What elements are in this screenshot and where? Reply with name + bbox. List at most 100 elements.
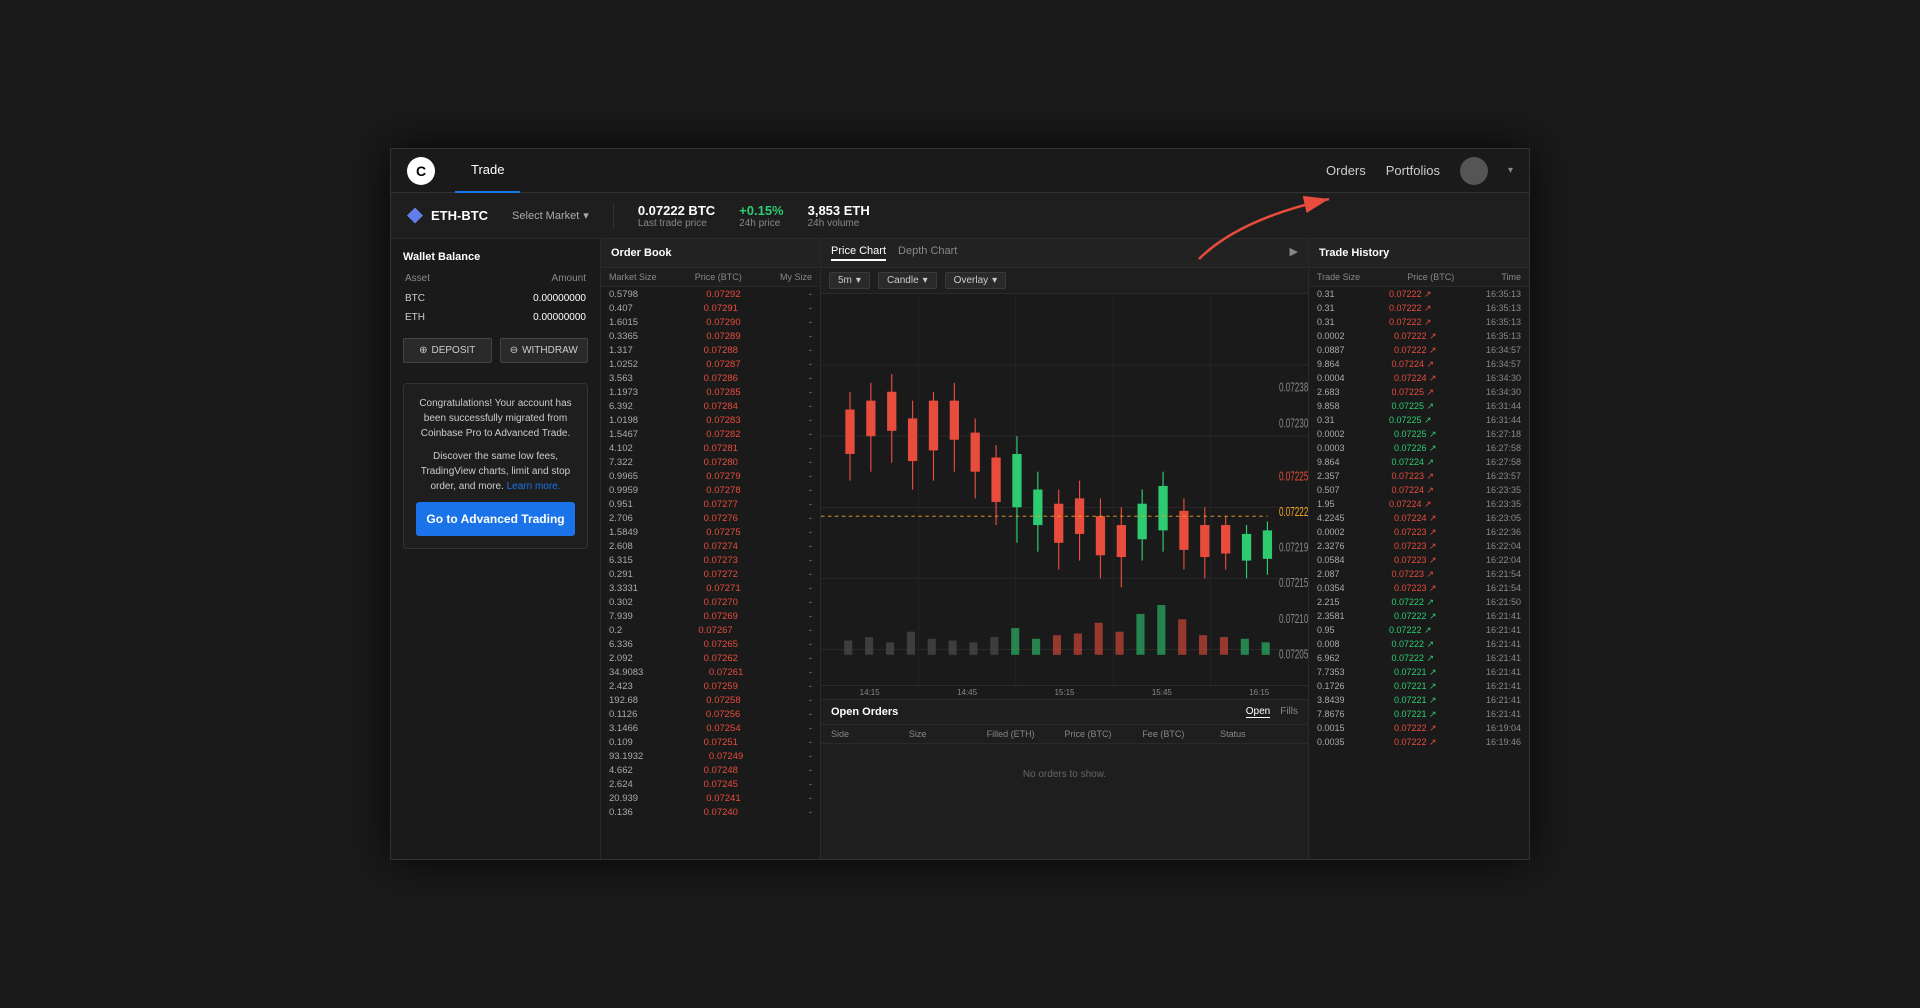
tab-portfolios[interactable]: Portfolios	[1386, 163, 1440, 178]
ob-sell-row[interactable]: 6.3920.07284-	[601, 399, 820, 413]
ob-price: 0.07275	[706, 527, 740, 538]
ob-price: 0.07251	[704, 737, 738, 748]
th-time: 16:35:13	[1486, 317, 1521, 328]
ob-sell-row[interactable]: 7.3220.07280-	[601, 455, 820, 469]
ob-sell-row[interactable]: 1.3170.07288-	[601, 343, 820, 357]
trade-history-row: 1.950.07224 ↗16:23:35	[1309, 497, 1529, 511]
ob-sell-row[interactable]: 0.20.07267-	[601, 623, 820, 637]
tab-orders[interactable]: Orders	[1326, 163, 1366, 178]
th-time: 16:21:41	[1486, 625, 1521, 636]
ob-price: 0.07287	[706, 359, 740, 370]
tab-depth-chart[interactable]: Depth Chart	[898, 245, 957, 261]
ob-my-size: -	[809, 457, 812, 468]
svg-text:0.07230: 0.07230	[1279, 417, 1308, 431]
ob-sell-row[interactable]: 6.3360.07265-	[601, 637, 820, 651]
ob-sell-row[interactable]: 7.9390.07269-	[601, 609, 820, 623]
th-time: 16:34:30	[1486, 373, 1521, 384]
ob-size: 4.102	[609, 443, 633, 454]
ob-size: 0.1126	[609, 709, 637, 720]
ob-sell-row[interactable]: 1.54670.07282-	[601, 427, 820, 441]
th-price: 0.07224 ↗	[1389, 499, 1432, 510]
th-size: 9.864	[1317, 457, 1340, 468]
oo-col-price: Price (BTC)	[1064, 729, 1142, 739]
trade-history-row: 9.8580.07225 ↗16:31:44	[1309, 399, 1529, 413]
ob-sell-row[interactable]: 0.57980.07292-	[601, 287, 820, 301]
deposit-button[interactable]: ⊕ DEPOSIT	[403, 338, 492, 363]
ob-price: 0.07261	[709, 667, 743, 678]
ob-sell-row[interactable]: 93.19320.07249-	[601, 749, 820, 763]
ob-sell-row[interactable]: 3.33310.07271-	[601, 581, 820, 595]
ob-sell-row[interactable]: 0.4070.07291-	[601, 301, 820, 315]
tab-price-chart[interactable]: Price Chart	[831, 245, 886, 261]
avatar[interactable]	[1460, 157, 1488, 185]
ob-sell-row[interactable]: 2.6080.07274-	[601, 539, 820, 553]
ob-sell-row[interactable]: 0.99650.07279-	[601, 469, 820, 483]
ob-size: 0.9965	[609, 471, 638, 482]
candle-chart-svg: 0.07238 0.07230 0.07225 0.07222 0.07219 …	[821, 294, 1308, 685]
ob-sell-row[interactable]: 1.01980.07283-	[601, 413, 820, 427]
chevron-down-icon: ▾	[583, 209, 589, 222]
ob-price: 0.07249	[709, 751, 743, 762]
ob-sell-row[interactable]: 0.11260.07256-	[601, 707, 820, 721]
ob-sell-row[interactable]: 0.9510.07277-	[601, 497, 820, 511]
ob-sell-row[interactable]: 192.680.07258-	[601, 693, 820, 707]
ob-col-price: Price (BTC)	[695, 272, 742, 282]
ob-sell-row[interactable]: 0.1360.07240-	[601, 805, 820, 819]
chart-expand-icon[interactable]: ▶	[1290, 245, 1298, 261]
th-price: 0.07221 ↗	[1394, 695, 1437, 706]
ob-sell-row[interactable]: 34.90830.07261-	[601, 665, 820, 679]
ob-sell-row[interactable]: 1.60150.07290-	[601, 315, 820, 329]
th-size: 0.008	[1317, 639, 1340, 650]
eth-icon	[407, 208, 423, 224]
th-rows: 0.310.07222 ↗16:35:130.310.07222 ↗16:35:…	[1309, 287, 1529, 859]
select-market-button[interactable]: Select Market ▾	[512, 209, 589, 222]
ob-sell-row[interactable]: 1.02520.07287-	[601, 357, 820, 371]
migration-discover: Discover the same low fees, TradingView …	[416, 449, 575, 494]
ob-sell-row[interactable]: 0.1090.07251-	[601, 735, 820, 749]
ob-sell-row[interactable]: 3.5630.07286-	[601, 371, 820, 385]
ob-sell-row[interactable]: 6.3150.07273-	[601, 553, 820, 567]
ob-sell-row[interactable]: 0.33650.07289-	[601, 329, 820, 343]
trade-history-row: 2.3570.07223 ↗16:23:57	[1309, 469, 1529, 483]
market-selector[interactable]: ETH-BTC	[407, 208, 488, 224]
learn-more-link[interactable]: Learn more.	[507, 481, 561, 492]
ob-sell-row[interactable]: 0.2910.07272-	[601, 567, 820, 581]
ob-sell-row[interactable]: 2.0920.07262-	[601, 651, 820, 665]
candle-type-button[interactable]: Candle▾	[878, 272, 937, 289]
chevron-down-icon: ▾	[923, 275, 928, 286]
ob-price: 0.07288	[704, 345, 738, 356]
svg-text:0.07205: 0.07205	[1279, 648, 1308, 662]
logo-icon[interactable]: C	[407, 157, 435, 185]
ob-sell-row[interactable]: 1.58490.07275-	[601, 525, 820, 539]
ob-sell-row[interactable]: 4.6620.07248-	[601, 763, 820, 777]
th-size: 2.215	[1317, 597, 1340, 608]
trade-history-row: 0.5070.07224 ↗16:23:35	[1309, 483, 1529, 497]
th-time: 16:21:41	[1486, 653, 1521, 664]
tab-fills[interactable]: Fills	[1280, 706, 1298, 718]
th-time: 16:21:41	[1486, 611, 1521, 622]
th-time: 16:19:04	[1486, 723, 1521, 734]
wallet-title: Wallet Balance	[403, 251, 588, 263]
tab-trade[interactable]: Trade	[455, 149, 520, 193]
ob-sell-row[interactable]: 0.99590.07278-	[601, 483, 820, 497]
ob-sell-row[interactable]: 2.6240.07245-	[601, 777, 820, 791]
ob-sell-row[interactable]: 2.4230.07259-	[601, 679, 820, 693]
tab-open[interactable]: Open	[1246, 706, 1270, 718]
chevron-down-icon[interactable]: ▾	[1508, 165, 1513, 176]
ob-sell-row[interactable]: 2.7060.07276-	[601, 511, 820, 525]
ob-my-size: -	[809, 639, 812, 650]
trade-history-row: 0.17260.07221 ↗16:21:41	[1309, 679, 1529, 693]
timeframe-button[interactable]: 5m▾	[829, 272, 870, 289]
ob-sell-row[interactable]: 0.3020.07270-	[601, 595, 820, 609]
ob-sell-row[interactable]: 20.9390.07241-	[601, 791, 820, 805]
advanced-trading-button[interactable]: Go to Advanced Trading	[416, 502, 575, 536]
ob-sell-row[interactable]: 1.19730.07285-	[601, 385, 820, 399]
ob-sell-row[interactable]: 4.1020.07281-	[601, 441, 820, 455]
ob-my-size: -	[809, 597, 812, 608]
ob-sell-row[interactable]: 3.14660.07254-	[601, 721, 820, 735]
ob-my-size: -	[809, 345, 812, 356]
overlay-button[interactable]: Overlay▾	[945, 272, 1006, 289]
withdraw-button[interactable]: ⊖ WITHDRAW	[500, 338, 589, 363]
ob-price: 0.07254	[706, 723, 740, 734]
th-price: 0.07223 ↗	[1394, 583, 1437, 594]
